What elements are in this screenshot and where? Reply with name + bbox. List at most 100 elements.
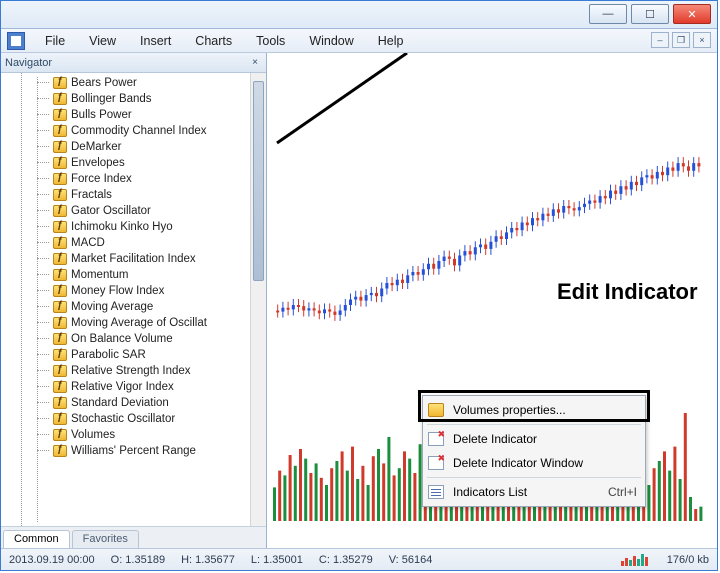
indicator-icon <box>53 93 67 105</box>
menu-bar: File View Insert Charts Tools Window Hel… <box>1 29 717 53</box>
window-titlebar[interactable]: — ☐ ✕ <box>1 1 717 29</box>
indicator-item[interactable]: Relative Vigor Index <box>1 379 266 395</box>
indicator-icon <box>53 157 67 169</box>
indicator-icon <box>53 221 67 233</box>
indicator-item[interactable]: Parabolic SAR <box>1 347 266 363</box>
window-close-button[interactable]: ✕ <box>673 4 711 24</box>
indicator-item[interactable]: Force Index <box>1 171 266 187</box>
indicator-label: Envelopes <box>71 157 125 169</box>
indicator-item[interactable]: Moving Average of Oscillat <box>1 315 266 331</box>
indicator-item[interactable]: Ichimoku Kinko Hyo <box>1 219 266 235</box>
indicator-item[interactable]: Bulls Power <box>1 107 266 123</box>
ctx-delete-indicator-window[interactable]: Delete Indicator Window <box>425 451 643 475</box>
navigator-close-icon[interactable]: × <box>248 56 262 70</box>
indicator-label: Parabolic SAR <box>71 349 146 361</box>
indicator-label: Stochastic Oscillator <box>71 413 175 425</box>
indicator-icon <box>53 205 67 217</box>
app-icon <box>7 32 25 50</box>
indicator-icon <box>53 349 67 361</box>
status-datetime: 2013.09.19 00:00 <box>9 554 95 566</box>
indicator-item[interactable]: Commodity Channel Index <box>1 123 266 139</box>
indicator-icon <box>53 77 67 89</box>
indicator-icon <box>53 317 67 329</box>
indicator-item[interactable]: Relative Strength Index <box>1 363 266 379</box>
delete-indicator-icon <box>428 432 444 446</box>
indicator-item[interactable]: Gator Oscillator <box>1 203 266 219</box>
window-minimize-button[interactable]: — <box>589 4 627 24</box>
indicator-item[interactable]: On Balance Volume <box>1 331 266 347</box>
indicator-item[interactable]: Moving Average <box>1 299 266 315</box>
navigator-scrollbar[interactable] <box>250 73 266 526</box>
mdi-close-button[interactable]: × <box>693 32 711 48</box>
indicator-icon <box>53 365 67 377</box>
indicator-icon <box>53 269 67 281</box>
indicator-icon <box>53 397 67 409</box>
ctx-delete-indicator[interactable]: Delete Indicator <box>425 427 643 451</box>
indicator-item[interactable]: Williams' Percent Range <box>1 443 266 459</box>
indicator-icon <box>53 253 67 265</box>
indicator-label: Money Flow Index <box>71 285 164 297</box>
indicator-label: DeMarker <box>71 141 121 153</box>
indicator-item[interactable]: Market Facilitation Index <box>1 251 266 267</box>
tab-favorites[interactable]: Favorites <box>72 530 139 548</box>
indicator-icon <box>53 189 67 201</box>
navigator-tree[interactable]: Bears Power Bollinger BandsBulls Power Com… <box>1 73 266 526</box>
indicator-label: Standard Deviation <box>71 397 169 409</box>
indicator-label: Bears Power <box>71 77 137 89</box>
mdi-restore-button[interactable]: ❐ <box>672 32 690 48</box>
status-high: H: 1.35677 <box>181 554 235 566</box>
context-menu: Volumes properties... Delete Indicator D… <box>422 395 646 507</box>
menu-charts[interactable]: Charts <box>183 29 244 52</box>
indicator-item[interactable]: Momentum <box>1 267 266 283</box>
indicator-item[interactable]: Stochastic Oscillator <box>1 411 266 427</box>
indicator-item[interactable]: MACD <box>1 235 266 251</box>
indicator-item[interactable]: Standard Deviation <box>1 395 266 411</box>
mdi-minimize-button[interactable]: – <box>651 32 669 48</box>
menu-window[interactable]: Window <box>297 29 365 52</box>
indicator-item[interactable]: Envelopes <box>1 155 266 171</box>
menu-help[interactable]: Help <box>366 29 416 52</box>
indicator-item[interactable]: Volumes <box>1 427 266 443</box>
indicator-label: Moving Average <box>71 301 153 313</box>
indicator-label: Volumes <box>71 429 115 441</box>
navigator-header[interactable]: Navigator × <box>1 53 266 73</box>
menu-file[interactable]: File <box>33 29 77 52</box>
indicator-item[interactable]: Bollinger Bands <box>1 91 266 107</box>
ctx-volumes-properties[interactable]: Volumes properties... <box>425 398 643 422</box>
indicator-label: Force Index <box>71 173 132 185</box>
indicator-icon <box>53 125 67 137</box>
menu-tools[interactable]: Tools <box>244 29 297 52</box>
indicator-icon <box>53 429 67 441</box>
indicator-label: Momentum <box>71 269 129 281</box>
window-maximize-button[interactable]: ☐ <box>631 4 669 24</box>
tab-common[interactable]: Common <box>3 530 70 548</box>
indicator-label: Commodity Channel Index <box>71 125 207 137</box>
menu-view[interactable]: View <box>77 29 128 52</box>
status-volume: V: 56164 <box>389 554 433 566</box>
indicator-icon <box>53 445 67 457</box>
ctx-label: Volumes properties... <box>453 403 566 417</box>
indicator-label: On Balance Volume <box>71 333 173 345</box>
app-window: — ☐ ✕ File View Insert Charts Tools Wind… <box>0 0 718 571</box>
indicator-icon <box>53 333 67 345</box>
indicator-item[interactable]: Bears Power <box>1 75 266 91</box>
status-bar: 2013.09.19 00:00 O: 1.35189 H: 1.35677 L… <box>1 548 717 570</box>
indicator-label: MACD <box>71 237 105 249</box>
status-open: O: 1.35189 <box>111 554 165 566</box>
ctx-indicators-list[interactable]: Indicators List Ctrl+I <box>425 480 643 504</box>
chart-area[interactable]: Edit Indicator Volumes properties... Del… <box>267 53 717 548</box>
navigator-tabs: Common Favorites <box>1 526 266 548</box>
indicator-item[interactable]: Fractals <box>1 187 266 203</box>
navigator-panel: Navigator × Bears Power Bollinger BandsBu… <box>1 53 267 548</box>
scrollbar-thumb[interactable] <box>253 81 264 281</box>
indicator-icon <box>53 301 67 313</box>
indicator-item[interactable]: DeMarker <box>1 139 266 155</box>
ctx-separator <box>427 477 641 478</box>
connection-bars-icon <box>621 554 651 566</box>
indicator-item[interactable]: Money Flow Index <box>1 283 266 299</box>
indicators-list-icon <box>428 485 444 499</box>
ctx-separator <box>427 424 641 425</box>
menu-insert[interactable]: Insert <box>128 29 183 52</box>
indicator-icon <box>53 173 67 185</box>
ctx-label: Indicators List <box>453 485 527 499</box>
